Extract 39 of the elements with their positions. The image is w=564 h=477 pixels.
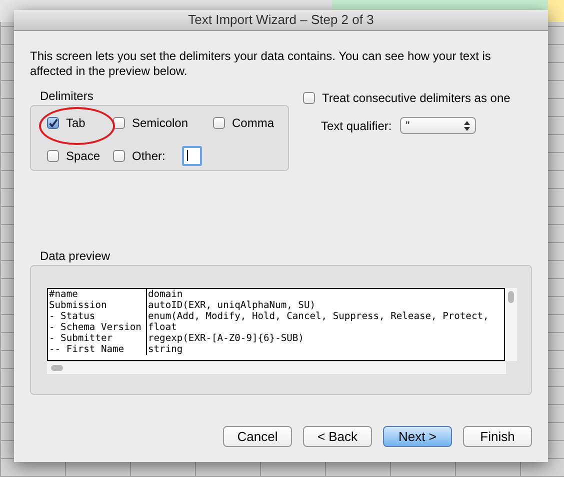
checkbox[interactable]	[113, 117, 125, 129]
checkbox-label[interactable]: Comma	[232, 116, 274, 130]
checkbox[interactable]	[47, 117, 59, 129]
table-cell-text: string	[147, 344, 184, 355]
vertical-scrollbar[interactable]	[505, 288, 517, 361]
dialog-button[interactable]: < Back	[303, 426, 372, 447]
checkbox-label[interactable]: Space	[66, 149, 100, 163]
style-swatch[interactable]	[548, 0, 564, 22]
intro-text: This screen lets you set the delimiters your data contains. You can see how your text is affected in the preview below.	[30, 49, 492, 79]
other-delimiter-field[interactable]	[182, 146, 202, 166]
checkbox-label[interactable]: Treat consecutive delimiters as one	[322, 91, 510, 105]
window-title: Text Import Wizard – Step 2 of 3	[14, 10, 548, 31]
table-cell-text: autoID(EXR, uniqAlphaNum, SU)	[147, 300, 317, 311]
checkbox[interactable]	[113, 150, 125, 162]
table-cell: -- First Name	[48, 344, 147, 355]
table-cell: - Schema Version	[48, 322, 147, 333]
checkbox[interactable]	[303, 92, 315, 104]
table-cell-text: float	[147, 322, 178, 333]
table-cell-text: domain	[147, 289, 184, 300]
horizontal-scrollbar[interactable]	[47, 362, 506, 374]
dialog-button[interactable]: Finish	[463, 426, 532, 447]
checkbox[interactable]	[47, 150, 59, 162]
group-title: Data preview	[40, 249, 112, 263]
stepper-arrows-icon	[464, 120, 470, 130]
checkbox-label[interactable]: Semicolon	[132, 116, 188, 130]
checkbox-label[interactable]: Other:	[132, 149, 166, 163]
checkbox-label[interactable]: Tab	[66, 116, 86, 130]
text-qualifier-dropdown[interactable]: "	[400, 117, 476, 134]
group-title: Delimiters	[40, 89, 94, 103]
text-qualifier-label: Text qualifier:	[321, 118, 392, 132]
table-cell: - Submitter	[48, 333, 147, 344]
table-cell-text: regexp(EXR-[A-Z0-9]{6}-SUB)	[147, 333, 305, 344]
checkbox[interactable]	[213, 117, 225, 129]
dialog-button[interactable]: Cancel	[223, 426, 292, 447]
table-cell: #name	[48, 289, 147, 300]
dialog-button[interactable]: Next >	[383, 426, 452, 447]
table-cell: Submission	[48, 300, 147, 311]
table-cell-text: enum(Add, Modify, Hold, Cancel, Suppress, Release, Protect,	[147, 311, 490, 322]
table-cell: - Status	[48, 311, 147, 322]
